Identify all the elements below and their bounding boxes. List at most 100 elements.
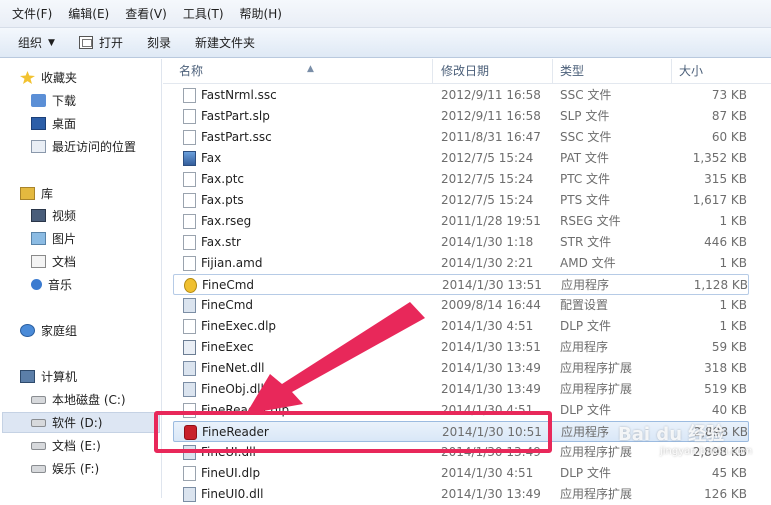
menu-edit[interactable]: 编辑(E): [62, 0, 115, 28]
column-name[interactable]: 名称 ▲: [173, 59, 433, 84]
drive-icon: [31, 441, 46, 450]
organize-button[interactable]: 组织 ▼: [10, 31, 63, 55]
file-row[interactable]: FastPart.slp 2012/9/11 16:58 SLP 文件 87 KB: [173, 106, 749, 127]
file-row[interactable]: FineObj.dll 2014/1/30 13:49 应用程序扩展 519 KB: [173, 379, 749, 400]
new-folder-button[interactable]: 新建文件夹: [187, 31, 263, 55]
nav-drive-c[interactable]: 本地磁盘 (C:): [31, 389, 126, 410]
nav-libraries[interactable]: 库: [20, 183, 53, 204]
file-icon: [183, 235, 196, 250]
file-type: PTC 文件: [560, 172, 611, 186]
column-date[interactable]: 修改日期: [435, 59, 553, 84]
settings-file-icon: [183, 445, 196, 460]
nav-label: 收藏夹: [41, 71, 78, 85]
picture-icon: [31, 232, 46, 245]
file-row[interactable]: FineUI.dll 2014/1/30 13:49 应用程序扩展 2,898 KB: [173, 442, 749, 463]
settings-file-icon: [183, 361, 196, 376]
file-row[interactable]: FineUI.dlp 2014/1/30 4:51 DLP 文件 45 KB: [173, 463, 749, 484]
burn-label: 刻录: [146, 36, 171, 50]
nav-drive-d[interactable]: 软件 (D:): [2, 412, 160, 433]
file-row[interactable]: Fax.ptc 2012/7/5 15:24 PTC 文件 315 KB: [173, 169, 749, 190]
file-date: 2014/1/30 4:51: [441, 319, 534, 333]
file-size: 1,617 KB: [692, 193, 747, 207]
file-row[interactable]: Fax 2012/7/5 15:24 PAT 文件 1,352 KB: [173, 148, 749, 169]
file-size: 87 KB: [711, 109, 747, 123]
menu-bar: 文件(F) 编辑(E) 查看(V) 工具(T) 帮助(H): [0, 0, 771, 28]
nav-documents[interactable]: 文档: [31, 251, 76, 272]
file-name: FineUI.dll: [201, 445, 256, 459]
column-type[interactable]: 类型: [554, 59, 672, 84]
file-name: FineCmd: [202, 278, 255, 292]
nav-drive-e[interactable]: 文档 (E:): [31, 435, 101, 456]
file-name: FineCmd: [201, 298, 254, 312]
file-list: 名称 ▲ 修改日期 类型 大小 FastNrml.ssc 2012/9/11 16…: [163, 59, 771, 502]
nav-videos[interactable]: 视频: [31, 205, 76, 226]
nav-favorites[interactable]: 收藏夹: [20, 67, 77, 88]
file-date: 2014/1/30 13:49: [441, 382, 541, 396]
file-size: 446 KB: [704, 235, 747, 249]
nav-desktop[interactable]: 桌面: [31, 113, 76, 134]
file-row[interactable]: FineExec 2014/1/30 13:51 应用程序 59 KB: [173, 337, 749, 358]
file-name: Fijian.amd: [201, 256, 263, 270]
file-size: 318 KB: [704, 361, 747, 375]
file-size: 1,128 KB: [693, 278, 748, 292]
menu-file[interactable]: 文件(F): [6, 0, 58, 28]
nav-label: 家庭组: [41, 324, 78, 338]
file-size: 1 KB: [719, 319, 747, 333]
file-size: 1 KB: [719, 298, 747, 312]
file-date: 2014/1/30 2:21: [441, 256, 534, 270]
file-row[interactable]: Fax.pts 2012/7/5 15:24 PTS 文件 1,617 KB: [173, 190, 749, 211]
file-name: FastPart.ssc: [201, 130, 272, 144]
burn-button[interactable]: 刻录: [139, 31, 179, 55]
file-type: DLP 文件: [560, 403, 611, 417]
nav-recent[interactable]: 最近访问的位置: [31, 136, 136, 157]
file-type: PAT 文件: [560, 151, 609, 165]
drive-icon: [31, 395, 46, 404]
application-icon: [183, 340, 196, 355]
file-row[interactable]: FineCmd 2014/1/30 13:51 应用程序 1,128 KB: [173, 274, 749, 295]
column-date-label: 修改日期: [441, 64, 490, 78]
nav-pictures[interactable]: 图片: [31, 228, 76, 249]
file-row[interactable]: Fax.rseg 2011/1/28 19:51 RSEG 文件 1 KB: [173, 211, 749, 232]
homegroup-icon: [20, 324, 35, 337]
file-row[interactable]: FastNrml.ssc 2012/9/11 16:58 SSC 文件 73 KB: [173, 85, 749, 106]
nav-drive-f[interactable]: 娱乐 (F:): [31, 458, 99, 479]
file-row[interactable]: FastPart.ssc 2011/8/31 16:47 SSC 文件 60 KB: [173, 127, 749, 148]
file-row[interactable]: FineCmd 2009/8/14 16:44 配置设置 1 KB: [173, 295, 749, 316]
column-size[interactable]: 大小: [673, 59, 753, 84]
nav-computer[interactable]: 计算机: [20, 366, 77, 387]
nav-label: 文档: [52, 255, 77, 269]
file-size: 2,898 KB: [693, 425, 748, 439]
nav-downloads[interactable]: 下载: [31, 90, 76, 111]
file-type: RSEG 文件: [560, 214, 621, 228]
file-icon: [183, 466, 196, 481]
file-icon: [183, 193, 196, 208]
file-type: 配置设置: [560, 298, 609, 312]
file-row[interactable]: FineReader.dlp 2014/1/30 4:51 DLP 文件 40 KB: [173, 400, 749, 421]
file-size: 126 KB: [704, 487, 747, 501]
file-type: 应用程序扩展: [560, 445, 633, 459]
file-type: STR 文件: [560, 235, 612, 249]
nav-homegroup[interactable]: 家庭组: [20, 320, 77, 341]
menu-help[interactable]: 帮助(H): [234, 0, 288, 28]
nav-label: 娱乐 (F:): [52, 462, 100, 476]
file-name: Fax.pts: [201, 193, 244, 207]
nav-label: 下载: [52, 94, 77, 108]
menu-tools[interactable]: 工具(T): [177, 0, 230, 28]
file-row[interactable]: FineReader 2014/1/30 10:51 应用程序 2,898 KB: [173, 421, 749, 442]
download-folder-icon: [31, 94, 46, 107]
file-row[interactable]: Fijian.amd 2014/1/30 2:21 AMD 文件 1 KB: [173, 253, 749, 274]
file-row[interactable]: FineNet.dll 2014/1/30 13:49 应用程序扩展 318 KB: [173, 358, 749, 379]
file-row[interactable]: Fax.str 2014/1/30 1:18 STR 文件 446 KB: [173, 232, 749, 253]
file-size: 59 KB: [711, 340, 747, 354]
nav-music[interactable]: 音乐: [31, 274, 72, 295]
file-name: FineUI.dlp: [201, 466, 261, 480]
file-date: 2014/1/30 1:18: [441, 235, 534, 249]
file-date: 2012/9/11 16:58: [441, 109, 541, 123]
file-date: 2012/7/5 15:24: [441, 151, 534, 165]
file-row[interactable]: FineExec.dlp 2014/1/30 4:51 DLP 文件 1 KB: [173, 316, 749, 337]
file-row[interactable]: FineUI0.dll 2014/1/30 13:49 应用程序扩展 126 KB: [173, 484, 749, 505]
nav-label: 库: [41, 187, 54, 201]
open-button[interactable]: 打开: [71, 31, 131, 55]
menu-view[interactable]: 查看(V): [119, 0, 173, 28]
file-name: Fax.ptc: [201, 172, 244, 186]
